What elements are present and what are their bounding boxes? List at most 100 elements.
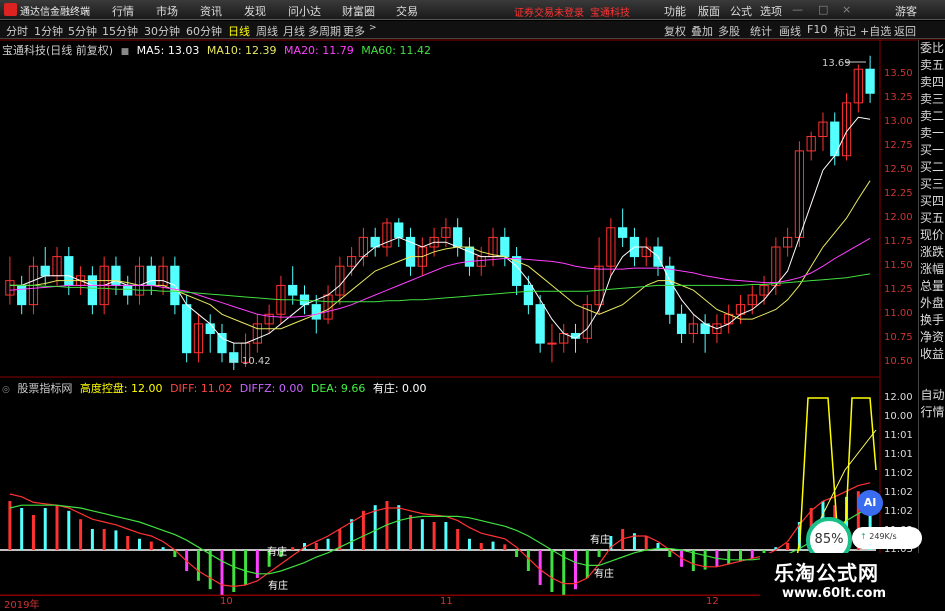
quote-field-label[interactable]: 外盘 [919, 295, 945, 312]
quote-field-label[interactable]: 涨跌 [919, 244, 945, 261]
kline-title: 宝通科技(日线 前复权) [2, 44, 114, 57]
watermark: 乐淘公式网 www.60lt.com [760, 553, 945, 609]
zhuang-label: 有庄 [590, 535, 610, 546]
ma10-line [9, 180, 871, 330]
ma5-line [9, 116, 871, 344]
diffz-label: DIFFZ: 0.00 [239, 382, 304, 395]
watermark-url: www.60lt.com [782, 586, 887, 601]
candle [205, 323, 215, 334]
info-square-icon[interactable]: ■ [121, 47, 130, 57]
price-tick-label: 13.00 [884, 116, 913, 128]
zhuang-label: 有庄 [267, 547, 287, 558]
quote-field-label[interactable]: 卖三 [919, 91, 945, 108]
quote-fields-list: 委比 卖五 卖四 卖三 卖二 卖一 买一 买二 买三 买四 买五 现价 涨跌 涨幅 总量 外盘 换手 净资 收益 [919, 40, 945, 363]
candle [288, 284, 298, 296]
chart-canvas[interactable] [0, 0, 945, 609]
candle [40, 265, 50, 277]
quote-field-label[interactable]: 委比 [919, 40, 945, 57]
ma-lines [9, 61, 871, 344]
price-tick-label: 11.75 [884, 236, 913, 248]
date-label: 10 [220, 596, 233, 607]
auto-quote-list: 自动 行情 [919, 387, 945, 421]
chart-grid [0, 39, 945, 609]
quote-field-label[interactable]: 买三 [919, 176, 945, 193]
price-tick-label: 13.50 [884, 68, 913, 80]
candle [111, 265, 121, 286]
candle [464, 246, 475, 267]
quote-field-label[interactable]: 卖四 [919, 74, 945, 91]
candle [453, 227, 463, 248]
candle [217, 332, 227, 354]
dea-label: DEA: 9.66 [310, 382, 366, 395]
price-tick-label: 11.25 [884, 284, 913, 296]
high-price-label: 13.69 [822, 58, 851, 69]
sub-tick-label: 11:02 [884, 506, 913, 517]
quote-side-panel: 委比 卖五 卖四 卖三 卖二 卖一 买一 买二 买三 买四 买五 现价 涨跌 涨幅 总量 外盘 换手 净资 收益 自… [918, 40, 945, 609]
upload-arrow-icon: ↑ [860, 532, 867, 541]
candlestick-series [5, 55, 875, 370]
quote-field-label[interactable]: 卖二 [919, 108, 945, 125]
date-label: 11 [440, 596, 453, 607]
quote-field-label[interactable]: 涨幅 [919, 261, 945, 278]
quote-field-label[interactable]: 卖五 [919, 57, 945, 74]
zhuang-label: 有庄 [594, 569, 614, 580]
watermark-title: 乐淘公式网 [774, 561, 879, 585]
network-speed: 249K/s [869, 532, 897, 541]
diff-label: DIFF: 11.02 [170, 382, 233, 395]
date-label: 12 [706, 596, 719, 607]
youzhuang-label: 有庄: 0.00 [372, 382, 427, 395]
auto-quote-label[interactable]: 行情 [919, 404, 945, 421]
price-tick-label: 11.50 [884, 260, 913, 272]
auto-quote-label[interactable]: 自动 [919, 387, 945, 404]
sub-tick-label: 11:01 [884, 430, 913, 441]
candle [394, 222, 404, 238]
candle [123, 284, 133, 296]
diff-line [9, 482, 871, 588]
ma60-line [9, 273, 871, 303]
sub-tick-label: 11:02 [884, 487, 913, 498]
candle [182, 304, 192, 354]
price-tick-label: 12.50 [884, 164, 913, 176]
quote-field-label[interactable]: 买四 [919, 193, 945, 210]
ma20-label: MA20: 11.79 [284, 44, 354, 57]
ma5-label: MA5: 13.03 [136, 44, 200, 57]
ai-assistant-button[interactable]: AI [857, 490, 883, 516]
gkkp-label: 高度控盘: 12.00 [79, 382, 163, 395]
candle [547, 342, 557, 345]
price-tick-label: 10.50 [884, 356, 913, 368]
quote-field-label[interactable]: 换手 [919, 312, 945, 329]
ma10-label: MA10: 12.39 [206, 44, 277, 57]
candle [535, 304, 545, 344]
price-tick-label: 12.75 [884, 140, 913, 152]
quote-field-label[interactable]: 买一 [919, 142, 945, 159]
candle [665, 265, 675, 315]
quote-field-label[interactable]: 净资 [919, 329, 945, 346]
price-tick-label: 12.25 [884, 188, 913, 200]
kline-info-row: 宝通科技(日线 前复权) ■ MA5: 13.03 MA10: 12.39 MA… [2, 42, 435, 58]
quote-field-label[interactable]: 收益 [919, 346, 945, 363]
candle [146, 265, 156, 286]
price-tick-label: 11.00 [884, 308, 913, 320]
quote-field-label[interactable]: 总量 [919, 278, 945, 295]
sub-tick-label: 10.00 [884, 411, 913, 422]
network-speed-pill: ↑ 249K/s [852, 527, 922, 549]
sub-indicator-info-row: ◎ 股票指标网 高度控盘: 12.00 DIFF: 11.02 DIFFZ: 0… [2, 380, 431, 396]
price-tick-label: 13.25 [884, 92, 913, 104]
candle [64, 256, 74, 286]
quote-field-label[interactable]: 买二 [919, 159, 945, 176]
price-tick-label: 10.75 [884, 332, 913, 344]
quote-field-label[interactable]: 卖一 [919, 125, 945, 142]
zhuang-label: 有庄 [268, 581, 288, 592]
indicator-toggle-icon[interactable]: ◎ [2, 385, 10, 395]
quote-field-label[interactable]: 买五 [919, 210, 945, 227]
quote-field-label[interactable]: 现价 [919, 227, 945, 244]
candle [865, 68, 875, 94]
candle [500, 236, 510, 258]
indicator-name[interactable]: 股票指标网 [17, 382, 72, 395]
date-axis [0, 595, 780, 609]
candle [17, 284, 27, 306]
low-price-label: 10.42 [242, 356, 271, 367]
candle [676, 313, 687, 334]
candle [618, 227, 628, 238]
candle [311, 304, 321, 320]
